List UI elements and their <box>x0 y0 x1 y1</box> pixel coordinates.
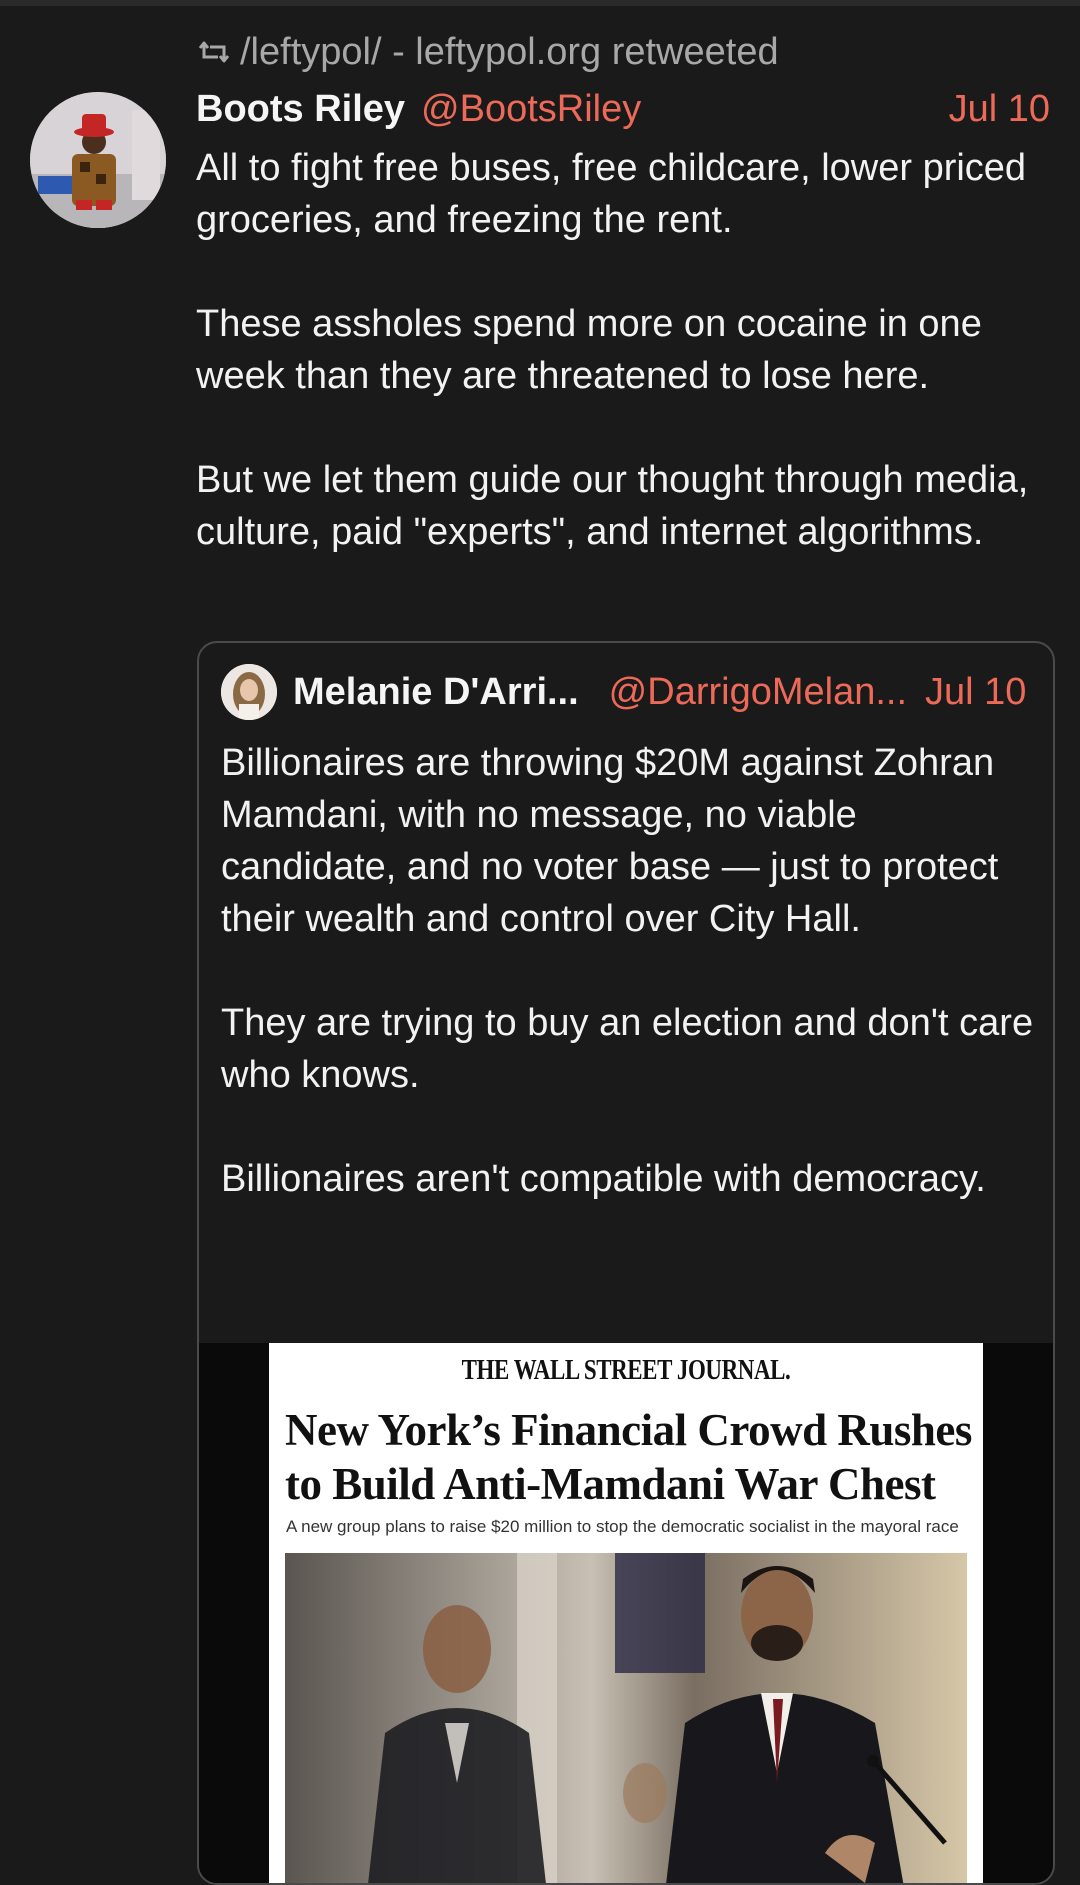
quoted-author-handle[interactable]: @DarrigoMelan... <box>609 671 907 714</box>
quoted-avatar[interactable] <box>221 664 277 720</box>
author-name[interactable]: Boots Riley <box>196 88 405 131</box>
tweet-paragraph: All to fight free buses, free childcare,… <box>196 147 1027 241</box>
article-screenshot-image: THE WALL STREET JOURNAL. New York’s Fina… <box>269 1343 983 1883</box>
author-handle[interactable]: @BootsRiley <box>421 88 641 131</box>
retweet-indicator[interactable]: /leftypol/ - leftypol.org retweeted <box>196 28 779 76</box>
tweet-paragraph: These assholes spend more on cocaine in … <box>196 303 982 397</box>
quoted-paragraph: They are trying to buy an election and d… <box>221 1002 1034 1096</box>
retweet-text: /leftypol/ - leftypol.org retweeted <box>240 30 779 73</box>
quoted-tweet-header: Melanie D'Arri... @DarrigoMelan... Jul 1… <box>221 661 1031 723</box>
tweet-date[interactable]: Jul 10 <box>949 88 1050 131</box>
quoted-tweet-text: Billionaires are throwing $20M against Z… <box>221 737 1041 1205</box>
quoted-tweet-card[interactable]: Melanie D'Arri... @DarrigoMelan... Jul 1… <box>197 641 1055 1885</box>
avatar[interactable] <box>30 92 166 228</box>
article-photo <box>285 1553 967 1883</box>
quoted-paragraph: Billionaires aren't compatible with demo… <box>221 1158 986 1200</box>
quoted-tweet-date[interactable]: Jul 10 <box>925 671 1026 714</box>
retweet-icon <box>196 37 232 67</box>
tweet-header: Boots Riley @BootsRiley Jul 10 <box>196 82 1050 136</box>
wsj-masthead: THE WALL STREET JOURNAL. <box>461 1355 791 1386</box>
tweet-paragraph: But we let them guide our thought throug… <box>196 459 1029 553</box>
article-headline: New York’s Financial Crowd Rushes to Bui… <box>285 1405 972 1509</box>
quoted-author-name[interactable]: Melanie D'Arri... <box>293 671 579 714</box>
media-attachment[interactable]: THE WALL STREET JOURNAL. New York’s Fina… <box>199 1343 1053 1883</box>
article-subhead: A new group plans to raise $20 million t… <box>286 1517 959 1536</box>
quoted-paragraph: Billionaires are throwing $20M against Z… <box>221 742 999 940</box>
tweet-text: All to fight free buses, free childcare,… <box>196 142 1056 558</box>
top-edge-divider <box>0 0 1080 6</box>
